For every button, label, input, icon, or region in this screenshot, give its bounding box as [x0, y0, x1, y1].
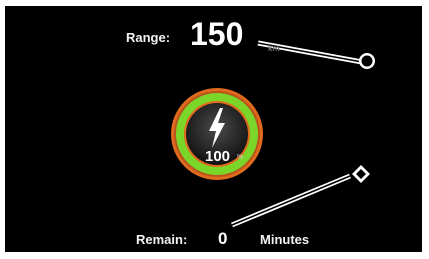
remain-label: Remain:	[136, 232, 188, 247]
remain-value: 0	[218, 229, 228, 248]
range-label: Range:	[126, 30, 171, 45]
remain-pointer-line-inner	[231, 175, 351, 226]
range-value: 150	[190, 16, 244, 52]
range-unit: km	[268, 44, 280, 53]
range-circle-handle-inner	[361, 55, 373, 67]
battery-percent-value: 100	[205, 148, 231, 165]
ev-dashboard-screen: Range: 150 km 100 % Remain: 0 Minutes	[5, 6, 422, 252]
battery-percent-sign: %	[237, 154, 244, 161]
remain-unit: Minutes	[260, 232, 310, 247]
battery-gauge	[171, 88, 263, 180]
